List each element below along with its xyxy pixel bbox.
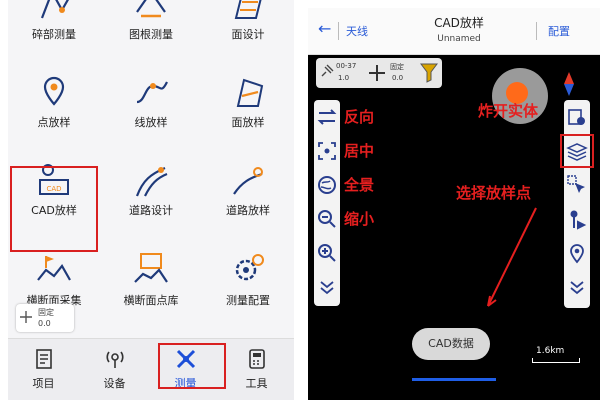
- tab-project[interactable]: 项目: [8, 339, 79, 400]
- tab-label: 设备: [103, 377, 126, 390]
- cad-stakeout-screen: ← 天线 CAD放样 Unnamed 配置 00-37 1.0 固定 0.0 反…: [308, 8, 600, 400]
- menu-item-label: 图根测量: [129, 28, 173, 41]
- menu-item-area-design[interactable]: 面设计: [202, 0, 294, 60]
- menu-item-label: 线放样: [134, 116, 168, 129]
- tab-device[interactable]: 设备: [79, 339, 150, 400]
- survey-tab-highlight: [158, 343, 226, 389]
- scale-bar: [532, 358, 580, 363]
- menu-item-road-stakeout[interactable]: 道路放样: [202, 150, 294, 236]
- menu-item-survey-points[interactable]: 碎部测量: [8, 0, 100, 60]
- menu-item-label: 道路设计: [129, 204, 173, 217]
- cad-stakeout-highlight: [10, 166, 98, 252]
- survey-menu-screen: 碎部测量 图根测量 面设计 点放样 线放样 面放样 CAD CAD放样 道路设计 道路放样 横断面采…: [8, 0, 294, 400]
- home-indicator: [412, 378, 496, 381]
- menu-item-line-stakeout[interactable]: 线放样: [105, 62, 197, 148]
- gps-fix-value: 0.0: [38, 319, 51, 328]
- scale-label: 1.6km: [536, 346, 565, 356]
- survey-config-icon: [235, 254, 264, 281]
- project-icon: [36, 349, 52, 369]
- menu-item-label: 点放样: [37, 116, 71, 129]
- menu-item-label: 道路放样: [226, 204, 270, 217]
- menu-item-label: 横断面点库: [123, 294, 179, 307]
- line-stakeout-icon: [136, 81, 168, 104]
- cad-data-button[interactable]: CAD数据: [412, 328, 490, 360]
- road-stakeout-icon: [233, 167, 263, 195]
- crosshair-icon: [20, 311, 32, 323]
- menu-item-label: 碎部测量: [32, 28, 76, 41]
- area-stakeout-icon: [236, 78, 264, 107]
- device-icon: [106, 351, 124, 368]
- tab-label: 项目: [32, 377, 55, 390]
- gps-fix-label: 固定: [38, 308, 54, 317]
- menu-item-road-design[interactable]: 道路设计: [105, 150, 197, 236]
- menu-item-survey-config[interactable]: 测量配置: [202, 240, 294, 326]
- point-stakeout-icon: [43, 76, 65, 106]
- menu-item-point-stakeout[interactable]: 点放样: [8, 62, 100, 148]
- menu-item-label: 面设计: [231, 28, 265, 41]
- cross-section-collect-icon: [37, 256, 71, 281]
- menu-item-control-survey[interactable]: 图根测量: [105, 0, 197, 60]
- gps-status-badge[interactable]: 固定 0.0: [16, 304, 74, 332]
- tab-tools[interactable]: 工具: [221, 339, 292, 400]
- road-design-icon: [135, 166, 168, 197]
- menu-item-label: 测量配置: [226, 294, 270, 307]
- menu-item-label: 面放样: [231, 116, 265, 129]
- tab-label: 工具: [245, 377, 268, 390]
- menu-item-cross-section-library[interactable]: 横断面点库: [105, 240, 197, 326]
- survey-points-icon: [40, 0, 69, 19]
- tools-icon: [249, 349, 265, 369]
- menu-item-area-stakeout[interactable]: 面放样: [202, 62, 294, 148]
- cross-section-library-icon: [134, 253, 168, 283]
- control-survey-icon: [136, 0, 166, 18]
- bottom-tab-bar: 项目 设备 测量 工具: [8, 338, 294, 400]
- area-design-icon: [234, 0, 262, 19]
